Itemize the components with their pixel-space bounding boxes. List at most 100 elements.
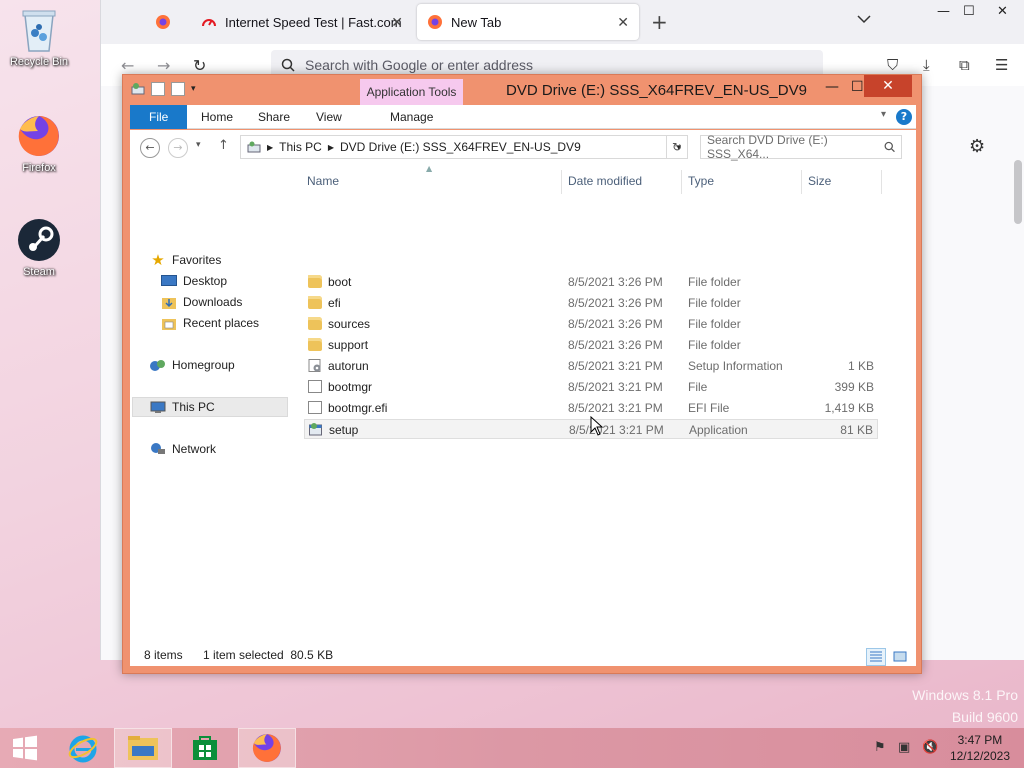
maximize-icon[interactable]: ☐ bbox=[963, 4, 975, 19]
reload-icon[interactable]: ↻ bbox=[193, 56, 206, 75]
nav-this-pc[interactable]: This PC bbox=[132, 397, 288, 417]
file-name: bootmgr.efi bbox=[328, 401, 388, 415]
ribbon-tab-share[interactable]: Share bbox=[244, 105, 304, 129]
extensions-icon[interactable]: ⧉ bbox=[959, 56, 970, 74]
nav-network[interactable]: Network bbox=[150, 439, 216, 459]
application-tools-tab[interactable]: Application Tools bbox=[360, 79, 463, 105]
expand-ribbon-icon[interactable]: ▾ bbox=[881, 109, 886, 120]
column-header-name[interactable]: Name bbox=[307, 174, 339, 194]
file-size: 1 KB bbox=[847, 359, 874, 373]
close-tab-icon[interactable]: ✕ bbox=[617, 14, 629, 31]
minimize-icon[interactable]: — bbox=[825, 79, 839, 95]
volume-muted-icon[interactable]: 🔇 bbox=[922, 740, 938, 755]
desktop-icon-firefox[interactable]: Firefox bbox=[6, 112, 72, 174]
taskbar-file-explorer[interactable] bbox=[114, 728, 172, 768]
nav-recent-places[interactable]: Recent places bbox=[161, 313, 259, 333]
taskbar: ⚑ ▣ 🔇 3:47 PM 12/12/2023 bbox=[0, 728, 1024, 768]
gear-icon[interactable]: ⚙ bbox=[969, 136, 985, 157]
scrollbar-thumb[interactable] bbox=[1014, 160, 1022, 224]
table-row[interactable]: autorun 8/5/2021 3:21 PM Setup Informati… bbox=[304, 356, 878, 376]
forward-icon[interactable]: → bbox=[157, 56, 170, 75]
search-icon bbox=[281, 58, 295, 72]
firefox-icon bbox=[252, 734, 281, 762]
desktop-icon-steam[interactable]: Steam bbox=[6, 216, 72, 278]
breadcrumb-this-pc[interactable]: This PC bbox=[279, 140, 322, 154]
table-row[interactable]: support 8/5/2021 3:26 PM File folder bbox=[304, 335, 878, 355]
column-header-type[interactable]: Type bbox=[688, 174, 714, 194]
minimize-icon[interactable]: — bbox=[937, 4, 950, 19]
action-center-flag-icon[interactable]: ⚑ bbox=[874, 740, 886, 755]
browser-tab-new[interactable]: New Tab ✕ bbox=[417, 4, 639, 40]
nav-homegroup[interactable]: Homegroup bbox=[150, 355, 235, 375]
firefox-icon bbox=[428, 15, 442, 29]
ribbon-tab-manage[interactable]: Manage bbox=[376, 105, 447, 129]
browser-scrollbar[interactable] bbox=[1012, 140, 1024, 652]
file-date: 8/5/2021 3:26 PM bbox=[568, 338, 663, 352]
recent-locations-icon[interactable]: ▾ bbox=[196, 140, 201, 150]
close-button[interactable]: ✕ bbox=[864, 75, 912, 97]
ribbon-tab-file[interactable]: File bbox=[130, 105, 188, 129]
network-icon bbox=[150, 442, 166, 456]
address-bar[interactable]: ▶ This PC ▶ DVD Drive (E:) SSS_X64FREV_E… bbox=[240, 135, 688, 159]
file-size: 399 KB bbox=[834, 380, 874, 394]
list-all-tabs-icon[interactable] bbox=[857, 14, 871, 24]
menu-icon[interactable]: ☰ bbox=[995, 56, 1008, 74]
browser-tab-fast[interactable]: Internet Speed Test | Fast.com ✕ bbox=[191, 4, 413, 40]
table-row[interactable]: efi 8/5/2021 3:26 PM File folder bbox=[304, 293, 878, 313]
maximize-icon[interactable]: ☐ bbox=[851, 79, 864, 95]
browser-tab-firefox[interactable] bbox=[145, 4, 189, 40]
customize-toolbar-icon[interactable]: ▾ bbox=[191, 84, 196, 94]
start-button[interactable] bbox=[0, 728, 50, 768]
refresh-button[interactable]: ↻ bbox=[666, 135, 688, 159]
details-view-icon bbox=[870, 651, 882, 662]
column-divider[interactable] bbox=[881, 170, 882, 194]
column-divider[interactable] bbox=[801, 170, 802, 194]
details-view-button[interactable] bbox=[866, 648, 886, 666]
breadcrumb-dvd-drive[interactable]: DVD Drive (E:) SSS_X64FREV_EN-US_DV9 bbox=[340, 140, 581, 154]
large-icons-view-button[interactable] bbox=[890, 648, 910, 666]
search-input[interactable]: Search DVD Drive (E:) SSS_X64... bbox=[700, 133, 902, 161]
nav-desktop[interactable]: Desktop bbox=[161, 271, 227, 291]
column-divider[interactable] bbox=[561, 170, 562, 194]
column-header-date[interactable]: Date modified bbox=[568, 174, 642, 194]
ribbon-tab-home[interactable]: Home bbox=[187, 105, 247, 129]
nav-label: Homegroup bbox=[172, 358, 235, 372]
table-row[interactable]: sources 8/5/2021 3:26 PM File folder bbox=[304, 314, 878, 334]
os-watermark: Windows 8.1 Pro Build 9600 bbox=[912, 684, 1018, 728]
properties-icon[interactable] bbox=[151, 82, 165, 96]
explorer-title-bar[interactable]: ▾ Application Tools DVD Drive (E:) SSS_X… bbox=[123, 75, 921, 105]
close-tab-icon[interactable]: ✕ bbox=[391, 14, 403, 31]
close-icon[interactable]: ✕ bbox=[997, 4, 1008, 19]
nav-favorites[interactable]: ★ Favorites bbox=[150, 250, 221, 270]
file-type: Application bbox=[689, 423, 748, 437]
download-icon[interactable]: ⤓ bbox=[923, 56, 930, 74]
table-row[interactable]: bootmgr.efi 8/5/2021 3:21 PM EFI File 1,… bbox=[304, 398, 878, 418]
new-folder-icon[interactable] bbox=[171, 82, 185, 96]
back-icon[interactable]: ← bbox=[121, 56, 134, 75]
table-row[interactable]: bootmgr 8/5/2021 3:21 PM File 399 KB bbox=[304, 377, 878, 397]
new-tab-button[interactable]: + bbox=[651, 10, 668, 34]
pocket-icon[interactable]: ⛉ bbox=[887, 56, 898, 74]
column-header-size[interactable]: Size bbox=[808, 174, 831, 194]
file-date: 8/5/2021 3:21 PM bbox=[569, 423, 664, 437]
file-name: setup bbox=[329, 423, 359, 437]
taskbar-internet-explorer[interactable] bbox=[54, 728, 112, 768]
desktop-icon-label: Steam bbox=[23, 266, 55, 278]
taskbar-store[interactable] bbox=[176, 728, 234, 768]
help-icon[interactable]: ? bbox=[896, 109, 912, 125]
forward-icon[interactable]: → bbox=[168, 138, 188, 158]
system-clock[interactable]: 3:47 PM 12/12/2023 bbox=[950, 732, 1010, 764]
taskbar-firefox[interactable] bbox=[238, 728, 296, 768]
up-icon[interactable]: ↑ bbox=[218, 138, 229, 153]
nav-label: Recent places bbox=[183, 316, 260, 330]
column-divider[interactable] bbox=[681, 170, 682, 194]
drive-icon bbox=[131, 83, 145, 95]
desktop-icon-recycle-bin[interactable]: Recycle Bin bbox=[6, 6, 72, 68]
table-row[interactable]: boot 8/5/2021 3:26 PM File folder bbox=[304, 272, 878, 292]
network-status-icon[interactable]: ▣ bbox=[898, 740, 910, 755]
large-icons-view-icon bbox=[893, 651, 907, 662]
back-icon[interactable]: ← bbox=[140, 138, 160, 158]
ribbon-tab-view[interactable]: View bbox=[302, 105, 356, 129]
nav-downloads[interactable]: Downloads bbox=[161, 292, 242, 312]
tab-label: Internet Speed Test | Fast.com bbox=[225, 14, 402, 30]
